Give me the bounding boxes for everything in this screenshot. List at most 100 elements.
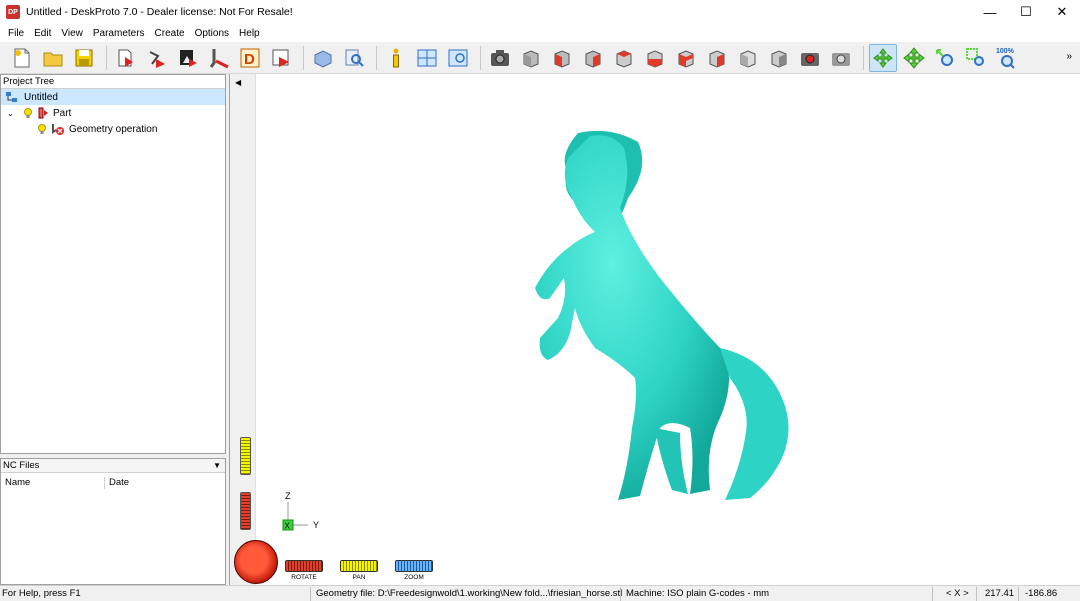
- camera-grey-icon: [832, 52, 850, 66]
- machine-button[interactable]: [205, 44, 233, 72]
- menu-help[interactable]: Help: [234, 28, 265, 39]
- toolbar-separator: [863, 45, 864, 70]
- toolbar-separator: [376, 45, 377, 70]
- cube-iso-icon: [709, 49, 725, 68]
- screenshot-button[interactable]: [486, 44, 514, 72]
- menu-file[interactable]: File: [3, 28, 29, 39]
- zoom-100-label: 100%: [996, 48, 1015, 55]
- dropdown-arrow-icon[interactable]: ▼: [213, 459, 221, 473]
- zoom-100-button[interactable]: 100%: [993, 44, 1021, 72]
- render-settings-button[interactable]: [827, 44, 855, 72]
- zoom-control[interactable]: [395, 560, 433, 572]
- zoom-box-button[interactable]: [962, 44, 990, 72]
- view-back-button[interactable]: [641, 44, 669, 72]
- axis-indicator: Z X Y: [282, 491, 319, 531]
- open-file-button[interactable]: [39, 44, 67, 72]
- load-bitmap-button[interactable]: [174, 44, 202, 72]
- minimize-button[interactable]: —: [972, 0, 1008, 24]
- expand-chevron-icon[interactable]: ⌄: [7, 109, 17, 118]
- view-right-button[interactable]: [610, 44, 638, 72]
- view-front-button[interactable]: [517, 44, 545, 72]
- rotate-label: ROTATE: [291, 574, 317, 581]
- geometry-load-icon: [118, 49, 133, 67]
- view-iso-button[interactable]: [703, 44, 731, 72]
- column-header-date[interactable]: Date: [109, 477, 129, 488]
- menu-options[interactable]: Options: [190, 28, 234, 39]
- menu-parameters[interactable]: Parameters: [88, 28, 150, 39]
- cube-right-icon: [616, 49, 632, 68]
- save-file-button[interactable]: [70, 44, 98, 72]
- horse-tail: [720, 348, 789, 500]
- project-tree-panel: Project Tree Untitled ⌄ Part Geometry op…: [0, 74, 226, 454]
- new-file-button[interactable]: [8, 44, 36, 72]
- close-button[interactable]: ✕: [1044, 0, 1080, 24]
- status-machine: Machine: ISO plain G-codes - mm: [626, 588, 770, 599]
- zoom-tool-button[interactable]: [931, 44, 959, 72]
- column-divider[interactable]: [104, 477, 105, 489]
- toolbar-separator: [106, 45, 107, 70]
- nc-files-header: NC Files ▼: [1, 459, 225, 473]
- rotate-control[interactable]: [285, 560, 323, 572]
- lightbulb-icon[interactable]: [23, 107, 33, 119]
- pan-control[interactable]: [340, 560, 378, 572]
- zoom-label: ZOOM: [404, 574, 424, 581]
- write-nc-button[interactable]: [267, 44, 295, 72]
- view-left-button[interactable]: [579, 44, 607, 72]
- column-header-name[interactable]: Name: [5, 477, 30, 488]
- axis-z-label: Z: [285, 491, 291, 501]
- zoom-box-icon: [966, 47, 984, 66]
- rotate-dial[interactable]: [240, 492, 251, 530]
- axis-x-label: X: [285, 522, 291, 531]
- rotate-tool-button[interactable]: [869, 43, 897, 72]
- view-iso3-button[interactable]: [765, 44, 793, 72]
- window-zoom-icon: [448, 49, 468, 66]
- d-letter-icon: D: [240, 48, 260, 68]
- window-layout-button[interactable]: [413, 44, 441, 72]
- menu-view[interactable]: View: [56, 28, 88, 39]
- view-control-strip: ◀: [230, 74, 256, 585]
- rotate-wheel[interactable]: [234, 540, 278, 584]
- status-divider: [1018, 587, 1019, 601]
- 3d-viewport[interactable]: ◀ Z X Y ROTATE PAN ZOOM: [229, 74, 1080, 585]
- simulation-button[interactable]: [309, 44, 337, 72]
- camera-red-icon: [801, 52, 819, 66]
- tree-item-geometry-operation[interactable]: Geometry operation: [1, 121, 225, 137]
- lightbulb-icon[interactable]: [37, 123, 47, 135]
- cube-bottom-icon: [678, 49, 694, 68]
- menu-create[interactable]: Create: [150, 28, 190, 39]
- dealer-button[interactable]: D: [236, 44, 264, 72]
- status-divider: [932, 587, 933, 601]
- save-icon: [75, 49, 93, 66]
- svg-text:D: D: [244, 51, 255, 68]
- zoom-icon: [936, 48, 953, 66]
- render-button[interactable]: [796, 44, 824, 72]
- load-vector-button[interactable]: [143, 44, 171, 72]
- tree-item-untitled[interactable]: Untitled: [1, 89, 225, 105]
- cube-left-icon: [585, 49, 601, 68]
- machine-icon: [209, 48, 229, 68]
- save-nc-icon: [272, 49, 289, 67]
- project-tree-header: Project Tree: [1, 75, 225, 89]
- pan-dial[interactable]: [240, 437, 251, 475]
- cube-back-icon: [647, 49, 663, 68]
- status-divider: [310, 587, 311, 601]
- load-geometry-button[interactable]: [112, 44, 140, 72]
- nc-files-columns: Name Date: [1, 475, 225, 493]
- pan-tool-button[interactable]: [900, 44, 928, 72]
- zoom-100-icon: 100%: [996, 48, 1015, 69]
- view-top-button[interactable]: [548, 44, 576, 72]
- status-coord-label: < X >: [946, 588, 969, 599]
- view-iso2-button[interactable]: [734, 44, 762, 72]
- zoom-window-button[interactable]: [444, 44, 472, 72]
- tree-item-part[interactable]: ⌄ Part: [1, 105, 225, 121]
- collapse-arrow-icon[interactable]: ◀: [235, 78, 241, 87]
- new-file-icon: [14, 48, 30, 67]
- status-y-value: -186.86: [1025, 588, 1058, 599]
- view-bottom-button[interactable]: [672, 44, 700, 72]
- info-button[interactable]: [382, 44, 410, 72]
- maximize-button[interactable]: ☐: [1008, 0, 1044, 24]
- menu-edit[interactable]: Edit: [29, 28, 56, 39]
- toolbar-overflow-button[interactable]: »: [1066, 51, 1072, 62]
- tree-item-label: Geometry operation: [69, 123, 158, 135]
- preview-button[interactable]: [340, 44, 368, 72]
